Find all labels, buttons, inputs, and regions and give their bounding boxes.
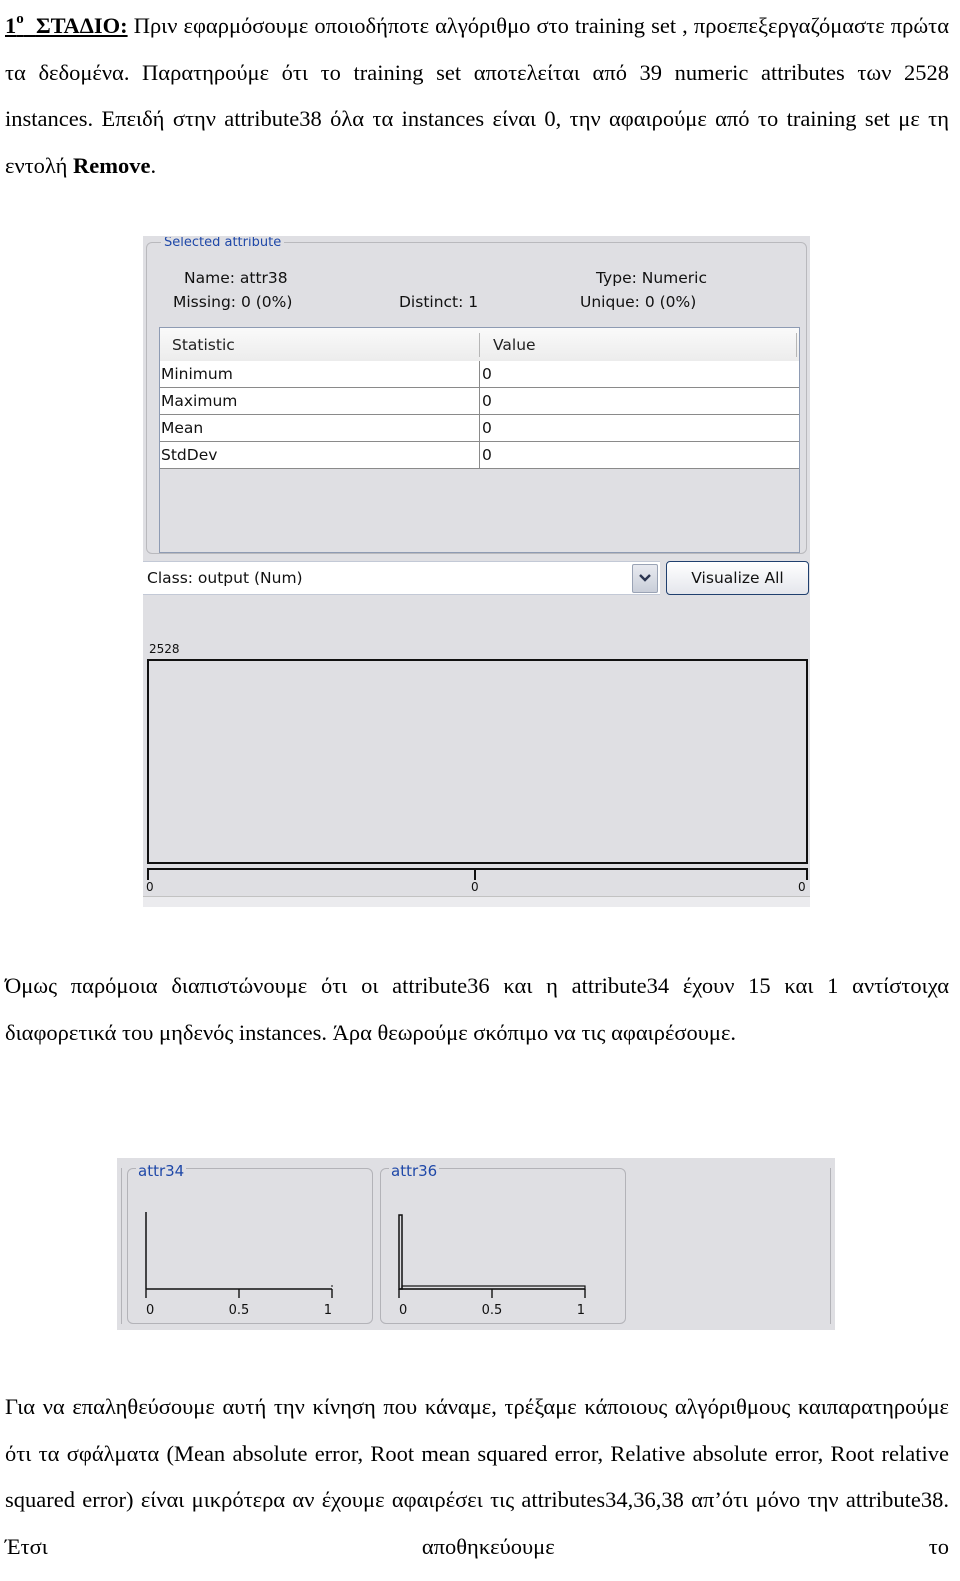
intro-paragraph: 1ο ΣΤΑΔΙΟ: Πριν εφαρμόσουμε οποιοδήποτε …: [5, 11, 949, 178]
histogram-plot: 0 0.5 1: [398, 1214, 586, 1318]
tick-label: 1: [324, 1303, 332, 1318]
histogram-max-count: 2528: [149, 642, 180, 656]
histogram-plot: 0 0.5 1: [145, 1212, 333, 1318]
tick-label: 0: [146, 1303, 154, 1318]
table-header: Statistic Value: [160, 328, 799, 362]
tick-label-mid: 0: [471, 880, 479, 894]
class-select-value: Class: output (Num): [147, 569, 303, 587]
statistic-cell: Maximum: [161, 392, 238, 410]
remove-command: Remove: [73, 152, 151, 178]
attribute-name: Name: attr38: [184, 269, 288, 287]
paragraph-attributes: Όμως παρόμοια διαπιστώνουμε ότι οι attri…: [5, 973, 949, 1045]
panel-edge-left: [117, 1168, 122, 1324]
histogram-bar: [147, 659, 808, 864]
stage-heading: 1ο ΣΤΑΔΙΟ:: [5, 11, 128, 38]
value-cell: 0: [482, 419, 492, 437]
statistic-cell: StdDev: [161, 446, 218, 464]
tick-label: 0.5: [482, 1303, 503, 1318]
tick-label: 0: [399, 1303, 407, 1318]
value-cell: 0: [482, 365, 492, 383]
header-value[interactable]: Value: [493, 328, 536, 361]
tick-label: 0.5: [229, 1303, 250, 1318]
weka-attribute-panel: Selected attribute Name: attr38 Type: Nu…: [143, 236, 810, 907]
value-cell: 0: [482, 392, 492, 410]
histogram-axis: [147, 868, 808, 870]
class-select[interactable]: Class: output (Num): [143, 561, 660, 595]
tick-label-min: 0: [146, 880, 154, 894]
mini-histograms-panel: attr34 0 0.5 1 attr36 0 0.5 1: [117, 1158, 835, 1330]
paragraph-verification: Για να επαληθεύσουμε αυτή την κίνηση που…: [5, 1394, 949, 1559]
axis-tick: [474, 868, 476, 880]
tick-label: 1: [577, 1303, 585, 1318]
group-title: Selected attribute: [161, 237, 285, 246]
class-dropdown-button[interactable]: [632, 564, 658, 593]
value-cell: 0: [482, 446, 492, 464]
histogram-bar: [398, 1214, 403, 1290]
attribute-unique: Unique: 0 (0%): [580, 293, 697, 311]
panel-bottom-strip: [143, 896, 810, 907]
statistic-cell: Minimum: [161, 365, 233, 383]
tick-label-max: 0: [798, 880, 806, 894]
attribute-type: Type: Numeric: [596, 269, 708, 287]
header-statistic[interactable]: Statistic: [172, 328, 235, 361]
chevron-down-icon: [639, 574, 651, 582]
axis-tick: [806, 868, 808, 880]
statistic-cell: Mean: [161, 419, 204, 437]
column-divider: [479, 361, 480, 469]
axis-tick: [147, 868, 149, 880]
selected-attribute-group: Selected attribute Name: attr38 Type: Nu…: [146, 237, 807, 554]
attribute-missing: Missing: 0 (0%): [173, 293, 293, 311]
histogram-attr34: attr34 0 0.5 1: [127, 1164, 373, 1324]
statistics-table: Statistic Value Minimum 0 Maximum 0 Mean…: [159, 327, 800, 553]
attribute-distinct: Distinct: 1: [399, 293, 479, 311]
histogram-attr36: attr36 0 0.5 1: [380, 1164, 626, 1324]
panel-edge-right: [830, 1168, 835, 1324]
visualize-all-button[interactable]: Visualize All: [666, 561, 809, 595]
